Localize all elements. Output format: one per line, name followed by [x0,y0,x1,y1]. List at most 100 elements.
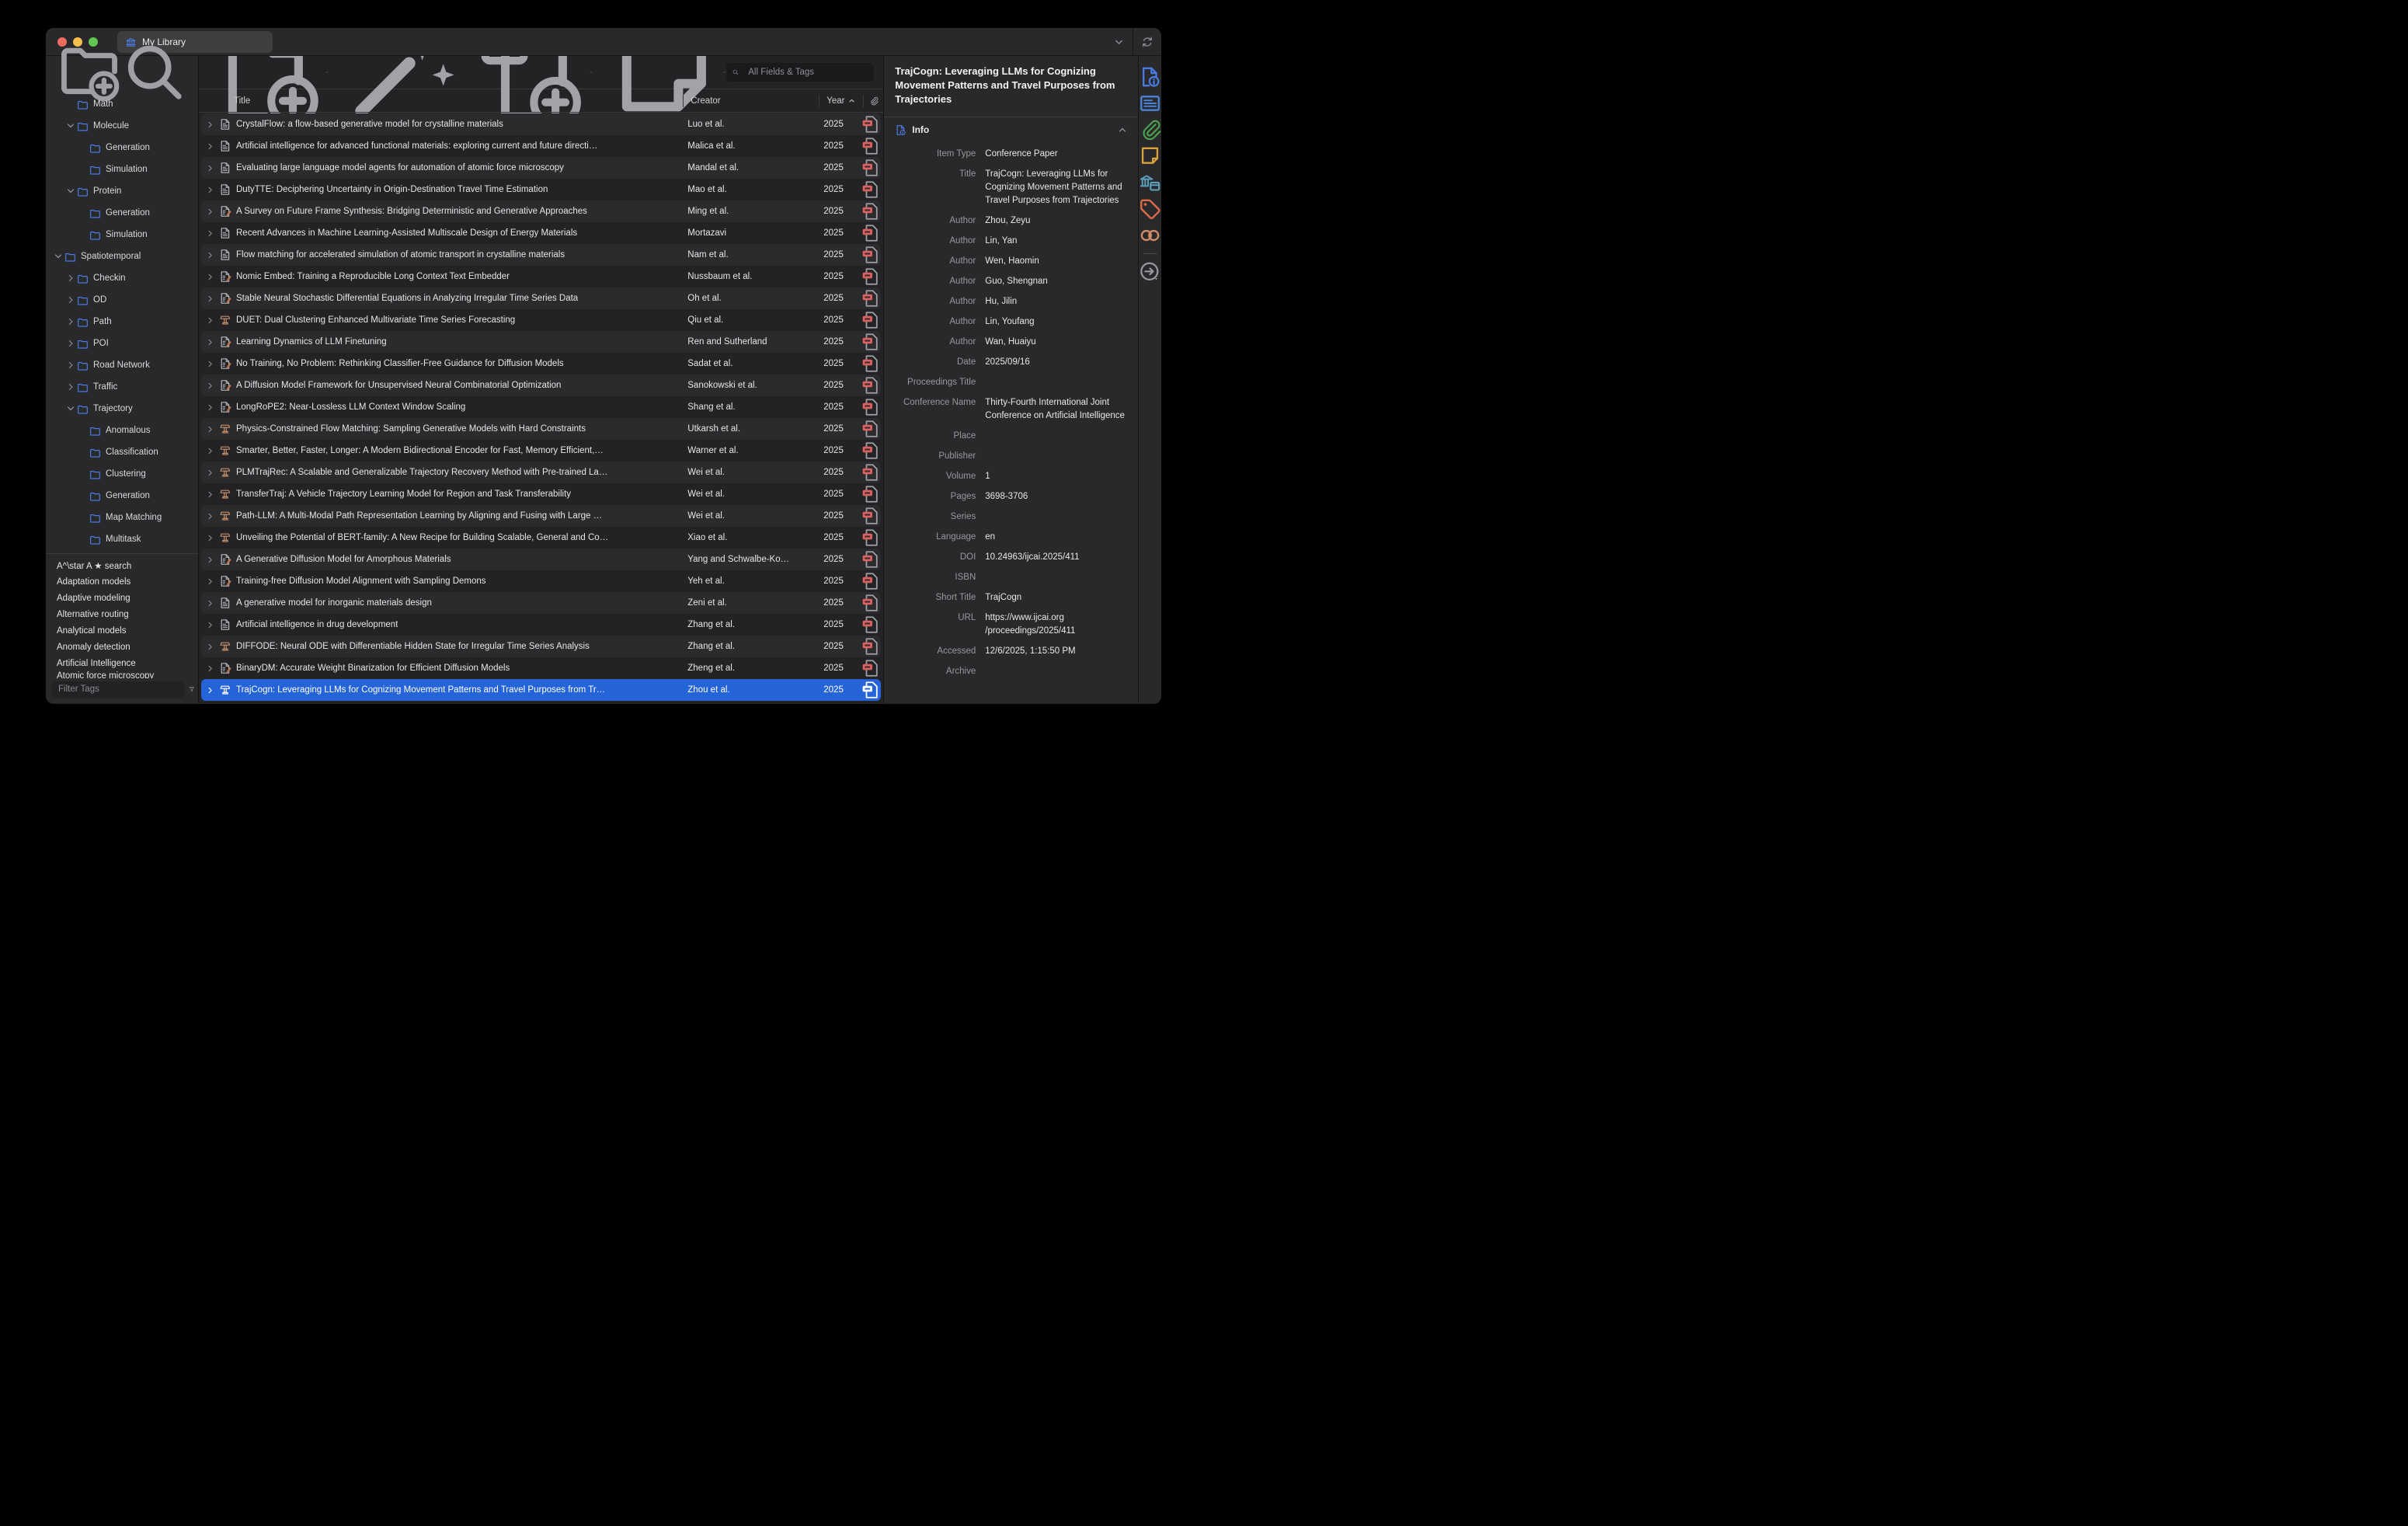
table-row[interactable]: LongRoPE2: Near-Lossless LLM Context Win… [201,396,881,418]
chevron-right-icon[interactable] [206,556,214,564]
table-row[interactable]: Artificial intelligence for advanced fun… [201,135,881,157]
chevron-right-icon[interactable] [206,229,214,238]
field-value[interactable]: 10.24963/ijcai.2025/411 [985,551,1130,564]
sidebar-collection-math[interactable]: Math [46,93,198,115]
tag-item[interactable]: A^\star A ★ search [57,557,198,573]
sidebar-collection-generation[interactable]: Generation [46,485,198,507]
chevron-right-icon[interactable] [66,361,75,370]
field-value[interactable] [985,450,1130,463]
chevron-right-icon[interactable] [66,339,75,348]
table-row[interactable]: Recent Advances in Machine Learning-Assi… [201,222,881,244]
chevron-right-icon[interactable] [206,425,214,434]
field-value[interactable] [985,510,1130,524]
tags-pane-icon[interactable] [1139,196,1161,222]
chevron-right-icon[interactable] [206,142,214,151]
table-row[interactable]: Physics-Constrained Flow Matching: Sampl… [201,418,881,440]
table-row[interactable]: Learning Dynamics of LLM Finetuning Ren … [201,331,881,353]
field-value[interactable] [985,665,1130,678]
related-pane-icon[interactable] [1139,222,1161,249]
table-row[interactable]: PLMTrajRec: A Scalable and Generalizable… [201,462,881,483]
field-value[interactable]: 3698-3706 [985,490,1130,503]
chevron-right-icon[interactable] [206,164,214,172]
table-row[interactable]: Path-LLM: A Multi-Modal Path Representat… [201,505,881,527]
table-row[interactable]: DIFFODE: Neural ODE with Differentiable … [201,636,881,657]
field-value[interactable]: https://www.ijcai.org /proceedings/2025/… [985,611,1130,638]
table-row[interactable]: BinaryDM: Accurate Weight Binarization f… [201,657,881,679]
column-header-year[interactable]: Year [819,95,863,107]
chevron-right-icon[interactable] [206,338,214,347]
column-header-attachment[interactable] [863,95,883,107]
field-value[interactable]: TrajCogn: Leveraging LLMs for Cognizing … [985,168,1130,207]
field-value[interactable]: Thirty-Fourth International Joint Confer… [985,396,1130,423]
chevron-right-icon[interactable] [206,403,214,412]
chevron-right-icon[interactable] [206,273,214,281]
chevron-right-icon[interactable] [206,599,214,608]
chevron-right-icon[interactable] [206,621,214,629]
chevron-right-icon[interactable] [206,512,214,521]
sidebar-collection-od[interactable]: OD [46,289,198,311]
tag-filter-input[interactable] [52,681,184,698]
table-row[interactable]: Nomic Embed: Training a Reproducible Lon… [201,266,881,287]
field-value[interactable]: Wen, Haomin [985,255,1130,268]
field-value[interactable]: Zhou, Zeyu [985,214,1130,228]
chevron-right-icon[interactable] [206,577,214,586]
chevron-right-icon[interactable] [206,469,214,477]
libraries-pane-icon[interactable] [1139,169,1161,196]
tag-filter-options[interactable] [189,686,197,692]
chevron-right-icon[interactable] [206,534,214,542]
table-row[interactable]: A Diffusion Model Framework for Unsuperv… [201,375,881,396]
sidebar-collection-generation[interactable]: Generation [46,202,198,224]
table-row-selected[interactable]: TrajCogn: Leveraging LLMs for Cognizing … [201,679,881,701]
chevron-right-icon[interactable] [206,186,214,194]
notes-pane-icon[interactable] [1139,143,1161,169]
sidebar-collection-protein[interactable]: Protein [46,180,198,202]
table-row[interactable]: DUET: Dual Clustering Enhanced Multivari… [201,309,881,331]
tag-item[interactable]: Adaptation models [57,573,198,590]
table-row[interactable]: A Survey on Future Frame Synthesis: Brid… [201,200,881,222]
sidebar-collection-spatiotemporal[interactable]: Spatiotemporal [46,246,198,267]
chevron-down-icon[interactable] [54,252,63,261]
chevron-right-icon[interactable] [206,294,214,303]
locate-icon[interactable] [1139,259,1161,285]
tag-item[interactable]: Artificial Intelligence [57,655,198,671]
sidebar-collection-traffic[interactable]: Traffic [46,376,198,398]
chevron-down-icon[interactable] [66,404,75,413]
field-value[interactable] [985,376,1130,389]
table-row[interactable]: DutyTTE: Deciphering Uncertainty in Orig… [201,179,881,200]
chevron-right-icon[interactable] [206,686,214,695]
info-section-header[interactable]: Info [884,117,1138,143]
sidebar-collection-map-matching[interactable]: Map Matching [46,507,198,528]
table-row[interactable]: No Training, No Problem: Rethinking Clas… [201,353,881,375]
field-value[interactable]: 2025/09/16 [985,356,1130,369]
info-pane-icon[interactable] [1139,64,1161,90]
sidebar-collection-road-network[interactable]: Road Network [46,354,198,376]
column-header-title[interactable]: Title [199,96,683,106]
chevron-right-icon[interactable] [66,317,75,326]
field-value[interactable]: Conference Paper [985,148,1130,161]
tag-item[interactable]: Analytical models [57,622,198,639]
tag-item-clipped[interactable]: Atomic force microscopy [57,671,198,678]
chevron-right-icon[interactable] [206,382,214,390]
chevron-right-icon[interactable] [66,382,75,392]
table-row[interactable]: Unveiling the Potential of BERT-family: … [201,527,881,549]
chevron-right-icon[interactable] [206,490,214,499]
sync-button[interactable] [1133,28,1161,56]
field-value[interactable]: Guo, Shengnan [985,275,1130,288]
field-value[interactable]: Wan, Huaiyu [985,336,1130,349]
chevron-right-icon[interactable] [206,643,214,651]
field-value[interactable]: Lin, Youfang [985,315,1130,329]
sidebar-collection-simulation[interactable]: Simulation [46,224,198,246]
chevron-right-icon[interactable] [66,295,75,305]
chevron-right-icon[interactable] [66,273,75,283]
sidebar-collection-generation[interactable]: Generation [46,137,198,159]
field-value[interactable]: 1 [985,470,1130,483]
tag-item[interactable]: Anomaly detection [57,639,198,655]
sidebar-collection-checkin[interactable]: Checkin [46,267,198,289]
field-value[interactable]: Hu, Jilin [985,295,1130,308]
collapse-item-pane-button[interactable] [1105,28,1133,56]
sidebar-collection-clustering[interactable]: Clustering [46,463,198,485]
table-row[interactable]: Stable Neural Stochastic Differential Eq… [201,287,881,309]
table-row[interactable]: A generative model for inorganic materia… [201,592,881,614]
sidebar-collection-path[interactable]: Path [46,311,198,333]
column-header-creator[interactable]: Creator [683,95,819,107]
